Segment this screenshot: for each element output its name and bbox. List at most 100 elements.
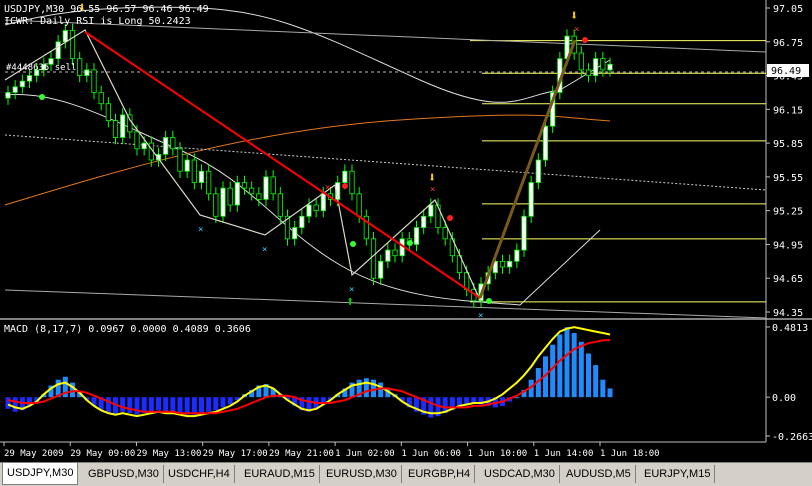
macd-histogram-bar xyxy=(428,397,434,418)
macd-histogram-bar xyxy=(105,397,111,414)
signal-dot-icon xyxy=(486,298,492,304)
sell-cross-icon: × xyxy=(574,25,579,35)
candle-body xyxy=(69,30,76,60)
price-label: 95.55 xyxy=(773,173,803,184)
time-label: 1 Jun 18:00 xyxy=(600,449,660,459)
candle-body xyxy=(220,187,226,217)
candle-body xyxy=(249,187,255,195)
macd-histogram-bar xyxy=(557,334,563,398)
candle-body xyxy=(413,227,420,245)
tab-eurusd-m30[interactable]: EURUSD,M30 xyxy=(322,465,402,483)
candle-body xyxy=(306,204,312,217)
macd-histogram-bar xyxy=(607,388,613,398)
candle-body xyxy=(134,131,140,150)
candle-body xyxy=(163,137,169,155)
chart-window[interactable]: ⬇ ⬇ ⬇ ⬆ × × × × × × × USDJPY,M30 96.55 9… xyxy=(0,0,812,486)
macd-histogram-bar xyxy=(363,378,369,398)
candle-body xyxy=(141,142,147,150)
tab-eurjpy-m15[interactable]: EURJPY,M15 xyxy=(640,465,716,483)
candle-body xyxy=(98,92,104,105)
macd-histogram-bar xyxy=(170,397,176,412)
candle-body xyxy=(26,75,33,82)
candle-body xyxy=(62,30,68,43)
candle-body xyxy=(213,193,219,217)
sell-cross-icon: × xyxy=(430,185,435,195)
candle-body xyxy=(256,193,262,200)
time-label: 29 May 2009 xyxy=(4,449,64,459)
macd-histogram-bar xyxy=(127,397,133,414)
tab-usdjpy-m30[interactable]: USDJPY,M30 xyxy=(2,463,79,485)
macd-pane[interactable] xyxy=(0,320,766,442)
candle-body xyxy=(77,58,83,76)
down-arrow-icon: ⬇ xyxy=(570,8,578,24)
macd-histogram-bar xyxy=(12,397,18,412)
tab-usdchf-h4[interactable]: USDCHF,H4 xyxy=(164,465,235,483)
macd-histogram-bar xyxy=(213,397,219,411)
macd-histogram-bar xyxy=(148,397,154,412)
macd-histogram-bar xyxy=(220,397,226,408)
candle-body xyxy=(241,182,248,189)
tab-euraud-m15[interactable]: EURAUD,M15 xyxy=(240,465,320,483)
candle-body xyxy=(392,249,398,257)
signal-dot-icon xyxy=(342,183,348,189)
macd-histogram-bar xyxy=(571,333,577,398)
macd-histogram-bar xyxy=(5,397,11,409)
candle-body xyxy=(435,204,441,228)
current-price: 96.49 xyxy=(771,66,801,77)
tab-eurgbp-h4[interactable]: EURGBP,H4 xyxy=(404,465,476,483)
price-label: 95.85 xyxy=(773,139,803,150)
macd-histogram-bar xyxy=(134,397,140,415)
tab-audusd-m5[interactable]: AUDUSD,M5 xyxy=(562,465,636,483)
candle-body xyxy=(585,69,592,76)
candle-body xyxy=(320,193,326,212)
time-label: 29 May 21:00 xyxy=(269,449,334,459)
price-label: 94.95 xyxy=(773,240,803,251)
candle-body xyxy=(198,170,205,183)
macd-histogram-bar xyxy=(564,327,570,398)
time-label: 29 May 17:00 xyxy=(203,449,268,459)
candle-body xyxy=(263,176,269,200)
candle-body xyxy=(607,63,613,71)
candle-body xyxy=(177,148,183,172)
time-label: 1 Jun 14:00 xyxy=(534,449,594,459)
buy-cross-icon: × xyxy=(262,245,267,255)
time-label: 1 Jun 10:00 xyxy=(468,449,528,459)
candle-body xyxy=(370,238,377,279)
macd-histogram-bar xyxy=(184,397,190,415)
candle-body xyxy=(12,86,18,93)
buy-cross-icon: × xyxy=(478,311,483,321)
price-label: 95.25 xyxy=(773,207,803,218)
tab-usdcad-m30[interactable]: USDCAD,M30 xyxy=(480,465,560,483)
tab-gbpusd-m30[interactable]: GBPUSD,M30 xyxy=(84,465,164,483)
candle-body xyxy=(442,227,448,240)
candle-body xyxy=(349,170,355,195)
candle-body xyxy=(55,41,61,60)
macd-histogram-bar xyxy=(120,397,126,412)
candle-body xyxy=(277,193,283,217)
candle-body xyxy=(313,204,319,212)
signal-dot-icon xyxy=(39,94,45,100)
candle-body xyxy=(421,215,427,228)
candle-body xyxy=(91,69,97,93)
time-label: 1 Jun 06:00 xyxy=(401,449,461,459)
signal-dot-icon xyxy=(447,215,453,221)
candle-body xyxy=(578,52,584,71)
candle-body xyxy=(514,249,520,262)
candle-body xyxy=(593,58,599,76)
signal-dot-icon xyxy=(407,240,413,246)
candle-body xyxy=(378,260,384,279)
signal-dot-icon xyxy=(582,37,588,43)
candle-body xyxy=(227,187,233,206)
price-chart[interactable]: ⬇ ⬇ ⬇ ⬆ × × × × × × × USDJPY,M30 96.55 9… xyxy=(0,0,812,462)
candle-body xyxy=(292,227,298,240)
candle-body xyxy=(270,176,276,195)
time-label: 1 Jun 02:00 xyxy=(335,449,395,459)
candle-body xyxy=(170,137,176,150)
candle-body xyxy=(5,92,11,99)
price-label: 94.65 xyxy=(773,274,803,285)
time-label: 29 May 13:00 xyxy=(136,449,201,459)
candle-body xyxy=(356,193,362,217)
price-label: 97.05 xyxy=(773,4,803,15)
chart-tab-bar: USDJPY,M30 GBPUSD,M30 USDCHF,H4 EURAUD,M15 E… xyxy=(0,462,812,486)
macd-histogram-bar xyxy=(578,341,584,398)
